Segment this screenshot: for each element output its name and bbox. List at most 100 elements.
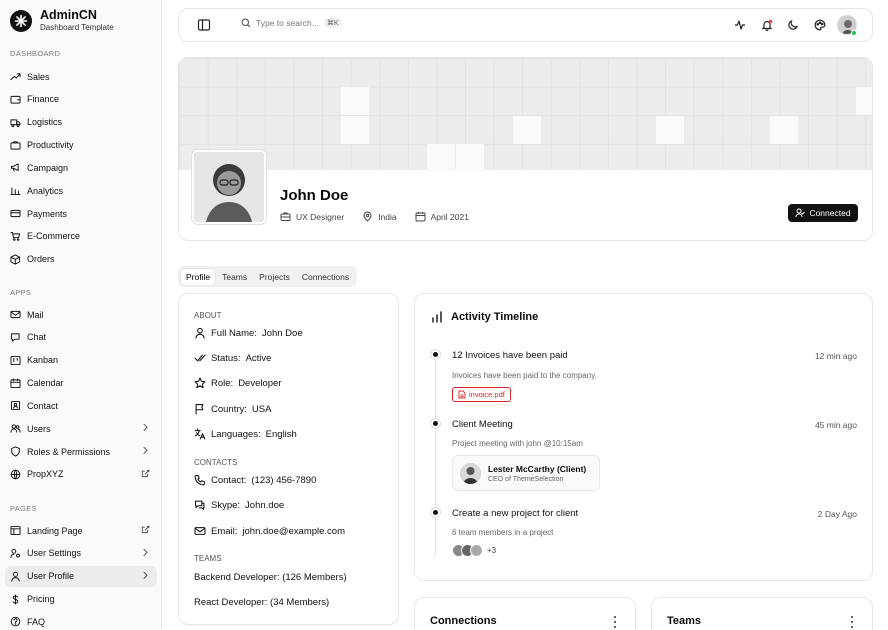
- chat-icon: [10, 332, 21, 343]
- message-icon: [194, 499, 206, 511]
- team-members: (34 Members): [270, 597, 330, 608]
- chevron-right-icon: [141, 571, 151, 581]
- sidebar-item-faq[interactable]: FAQ: [5, 611, 157, 630]
- timeline-title: Activity Timeline: [451, 311, 539, 323]
- users-icon: [10, 423, 21, 434]
- sidebar-item-e-commerce[interactable]: E-Commerce: [5, 226, 157, 247]
- search-placeholder: Type to search...: [256, 18, 319, 28]
- palette-icon[interactable]: [813, 18, 827, 32]
- user-cog-icon: [10, 548, 21, 559]
- kanban-icon: [10, 355, 21, 366]
- timeline-dot: [431, 419, 440, 428]
- field-value: Active: [245, 352, 272, 364]
- more-options-icon[interactable]: [850, 616, 854, 628]
- bar-chart-icon: [10, 185, 21, 196]
- tab-connections[interactable]: Connections: [297, 269, 354, 285]
- sidebar-item-chat[interactable]: Chat: [5, 327, 157, 348]
- sidebar-toggle-icon[interactable]: [197, 18, 211, 32]
- connected-button[interactable]: Connected: [788, 204, 858, 222]
- help-icon: [10, 616, 21, 627]
- credit-card-icon: [10, 208, 21, 219]
- cart-icon: [10, 231, 21, 242]
- field-key: Full Name:: [211, 327, 257, 339]
- sidebar-item-label: Analytics: [27, 185, 64, 196]
- profile-joined: April 2021: [415, 211, 469, 222]
- sidebar-item-campaign[interactable]: Campaign: [5, 157, 157, 178]
- sidebar-item-landing-page[interactable]: Landing Page: [5, 520, 157, 541]
- sidebar-item-calendar[interactable]: Calendar: [5, 373, 157, 394]
- about-field-row: Full Name: John Doe: [194, 327, 303, 339]
- about-field-row: Skype: John.doe: [194, 499, 284, 511]
- brand[interactable]: AdminCN Dashboard Template: [10, 8, 114, 33]
- sidebar-item-payments[interactable]: Payments: [5, 203, 157, 224]
- map-pin-icon: [363, 211, 372, 222]
- sidebar-item-pricing[interactable]: Pricing: [5, 589, 157, 610]
- activity-icon[interactable]: [733, 18, 747, 32]
- brand-name: AdminCN: [40, 8, 97, 22]
- sidebar-item-logistics[interactable]: Logistics: [5, 112, 157, 133]
- sidebar-item-users[interactable]: Users: [5, 418, 157, 439]
- team-avatars[interactable]: +3: [452, 544, 496, 557]
- field-value: john.doe@example.com: [242, 525, 345, 537]
- teams-title: Teams: [667, 615, 702, 627]
- sidebar-item-orders[interactable]: Orders: [5, 249, 157, 270]
- timeline-event-title: 12 Invoices have been paid: [452, 350, 568, 361]
- sidebar-item-propxyz[interactable]: PropXYZ: [5, 464, 157, 485]
- field-value: USA: [251, 403, 272, 415]
- about-field-row: Role: Developer: [194, 377, 282, 389]
- brand-logo-icon: [10, 9, 32, 32]
- tab-projects[interactable]: Projects: [254, 269, 295, 285]
- team-name: Backend Developer:: [194, 572, 280, 583]
- connected-label: Connected: [809, 208, 851, 218]
- sidebar-item-roles-permissions[interactable]: Roles & Permissions: [5, 441, 157, 462]
- client-person-card[interactable]: Lester McCarthy (Client) CEO of ThemeSel…: [452, 455, 600, 491]
- truck-icon: [10, 117, 21, 128]
- attachment-name: invoice.pdf: [469, 390, 505, 399]
- connections-card: Connections: [414, 597, 636, 630]
- timeline-event-desc: 6 team members in a project: [452, 528, 554, 537]
- connections-title: Connections: [430, 615, 497, 627]
- sidebar-section-title: PAGES: [10, 504, 37, 513]
- more-options-icon[interactable]: [613, 616, 617, 628]
- tab-profile[interactable]: Profile: [181, 268, 216, 285]
- calendar-icon: [10, 378, 21, 389]
- sidebar-item-analytics[interactable]: Analytics: [5, 180, 157, 201]
- team-members: (126 Members): [282, 572, 347, 583]
- timeline-event-time: 45 min ago: [814, 420, 857, 430]
- chevron-right-icon: [141, 548, 151, 558]
- sidebar-item-label: Orders: [27, 254, 55, 265]
- notification-bell-icon[interactable]: [760, 18, 774, 32]
- field-key: Email:: [211, 525, 238, 537]
- profile-role-text: UX Designer: [296, 211, 345, 222]
- user-check-icon: [795, 208, 806, 218]
- sidebar-item-finance[interactable]: Finance: [5, 89, 157, 110]
- profile-role: UX Designer: [280, 211, 344, 222]
- sidebar-item-user-settings[interactable]: User Settings: [5, 543, 157, 564]
- timeline-line: [435, 356, 436, 556]
- mail-icon: [10, 309, 21, 320]
- client-avatar: [460, 463, 481, 484]
- sidebar-item-contact[interactable]: Contact: [5, 395, 157, 416]
- chevron-right-icon: [141, 446, 151, 456]
- profile-location: India: [362, 211, 397, 222]
- sidebar-item-productivity[interactable]: Productivity: [5, 135, 157, 156]
- sidebar-section-title: DASHBOARD: [10, 49, 61, 58]
- timeline-event-time: 12 min ago: [814, 351, 857, 361]
- layout-icon: [10, 525, 21, 536]
- user-icon: [10, 571, 21, 582]
- client-role: CEO of ThemeSelection: [488, 476, 564, 483]
- sidebar-item-mail[interactable]: Mail: [5, 304, 157, 325]
- field-value: John.doe: [245, 499, 285, 511]
- sidebar-item-sales[interactable]: Sales: [5, 66, 157, 87]
- about-field-row: Languages: English: [194, 428, 297, 440]
- tab-teams[interactable]: Teams: [217, 269, 252, 285]
- theme-moon-icon[interactable]: [786, 18, 800, 32]
- package-icon: [10, 254, 21, 265]
- sidebar: AdminCN Dashboard Template DASHBOARD Sale…: [0, 0, 162, 630]
- sidebar-item-label: Kanban: [27, 355, 59, 366]
- sidebar-item-kanban[interactable]: Kanban: [5, 350, 157, 371]
- field-key: Languages:: [211, 428, 261, 440]
- search-input[interactable]: Type to search... ⌘K: [241, 18, 342, 28]
- sidebar-item-user-profile[interactable]: User Profile: [5, 565, 157, 587]
- invoice-attachment[interactable]: invoice.pdf: [452, 387, 511, 402]
